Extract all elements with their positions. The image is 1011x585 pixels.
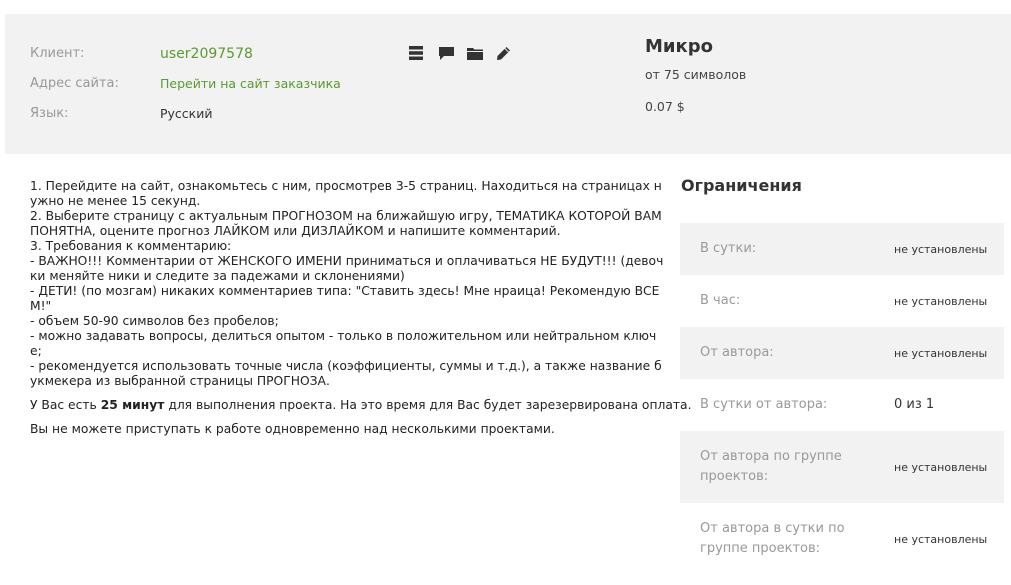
limit-name: В сутки от автора: bbox=[700, 397, 828, 412]
limit-row: От автора в сутки по группе проектов: не… bbox=[680, 503, 1004, 569]
pencil-icon[interactable] bbox=[496, 44, 525, 62]
limit-name: В час: bbox=[700, 293, 741, 308]
limit-row: От автора: не установлены bbox=[680, 327, 1004, 379]
plan-title: Микро bbox=[645, 36, 713, 57]
limit-name: От автора: bbox=[700, 345, 774, 360]
language-label: Язык: bbox=[30, 106, 69, 121]
folder-icon[interactable] bbox=[467, 44, 496, 62]
time-info-prefix: У Вас есть bbox=[30, 398, 101, 412]
limit-name: От автора по группе проектов: bbox=[700, 449, 842, 484]
plan-min-chars: от 75 символов bbox=[645, 67, 747, 82]
time-duration: 25 минут bbox=[100, 398, 165, 412]
limit-value: не установлены bbox=[894, 461, 988, 474]
site-link[interactable]: Перейти на сайт заказчика bbox=[160, 76, 341, 91]
site-label: Адрес сайта: bbox=[30, 76, 119, 91]
limit-value: не установлены bbox=[894, 295, 988, 308]
list-icon[interactable] bbox=[409, 44, 438, 62]
comment-icon[interactable] bbox=[438, 44, 467, 62]
limit-row: В сутки от автора: 0 из 1 bbox=[680, 379, 1004, 431]
limits-table: В сутки: не установлены В час: не устано… bbox=[680, 223, 1004, 569]
language-value: Русский bbox=[160, 106, 213, 121]
plan-info: Микро от 75 символов 0.07 $ bbox=[645, 36, 746, 114]
time-info: У Вас есть 25 минут для выполнения проек… bbox=[30, 398, 692, 412]
toolbar bbox=[409, 44, 525, 62]
client-label: Клиент: bbox=[30, 46, 85, 61]
concurrency-warning: Вы не можете приступать к работе одновре… bbox=[30, 422, 555, 436]
limit-name: От автора в сутки по группе проектов: bbox=[700, 521, 845, 556]
client-link[interactable]: user2097578 bbox=[160, 46, 253, 62]
plan-price: 0.07 $ bbox=[645, 99, 685, 114]
limit-value: не установлены bbox=[894, 347, 988, 360]
limit-row: В сутки: не установлены bbox=[680, 223, 1004, 275]
limits-title: Ограничения bbox=[681, 176, 802, 195]
limit-value: не установлены bbox=[894, 243, 988, 256]
limit-row: В час: не установлены bbox=[680, 275, 1004, 327]
limit-name: В сутки: bbox=[700, 241, 757, 256]
project-header: Клиент: user2097578 Адрес сайта: Перейти… bbox=[5, 14, 1011, 154]
limit-row: От автора по группе проектов: не установ… bbox=[680, 431, 1004, 503]
limit-value: не установлены bbox=[894, 533, 988, 546]
limit-value: 0 из 1 bbox=[894, 397, 935, 412]
task-instructions: 1. Перейдите на сайт, ознакомьтесь с ним… bbox=[30, 179, 664, 388]
time-info-suffix: для выполнения проекта. На это время для… bbox=[164, 398, 692, 412]
